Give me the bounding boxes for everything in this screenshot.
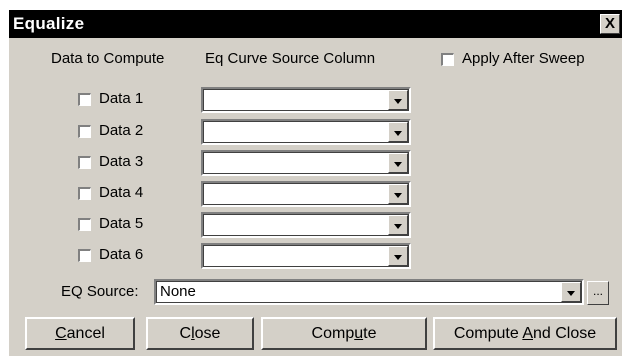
eq-source-dropdown[interactable]: None xyxy=(154,279,584,305)
data-5-source-column-dropdown[interactable] xyxy=(201,212,411,238)
data-4-checkbox[interactable] xyxy=(78,187,91,200)
chevron-down-icon xyxy=(567,291,575,296)
apply-after-sweep-checkbox[interactable] xyxy=(441,53,454,66)
data-2-dropdown-button[interactable] xyxy=(388,122,408,142)
chevron-down-icon xyxy=(394,224,402,229)
data-5-dropdown-button[interactable] xyxy=(388,215,408,235)
eq-source-value: None xyxy=(160,283,196,300)
close-icon: X xyxy=(604,15,615,32)
data-3-source-column-dropdown[interactable] xyxy=(201,150,411,176)
window-title: Equalize xyxy=(13,14,85,33)
close-button[interactable]: Close xyxy=(146,317,254,350)
data-6-dropdown-button[interactable] xyxy=(388,246,408,266)
data-2-checkbox[interactable] xyxy=(78,125,91,138)
data-3-dropdown-button[interactable] xyxy=(388,153,408,173)
eq-curve-source-column-header: Eq Curve Source Column xyxy=(205,50,376,67)
data-2-source-column-dropdown[interactable] xyxy=(201,119,411,145)
data-to-compute-header: Data to Compute xyxy=(51,50,165,67)
chevron-down-icon xyxy=(394,131,402,136)
compute-and-close-button[interactable]: Compute And Close xyxy=(433,317,617,350)
ellipsis-icon: ... xyxy=(592,284,603,298)
close-button-label: Close xyxy=(179,325,221,342)
eq-source-dropdown-button[interactable] xyxy=(561,282,581,302)
cancel-button-label: Cancel xyxy=(55,325,105,342)
chevron-down-icon xyxy=(394,255,402,260)
chevron-down-icon xyxy=(394,193,402,198)
close-window-button[interactable]: X xyxy=(600,14,620,34)
data-6-source-column-dropdown[interactable] xyxy=(201,243,411,269)
eq-source-label: EQ Source: xyxy=(61,283,139,300)
data-3-checkbox[interactable] xyxy=(78,156,91,169)
compute-button[interactable]: Compute xyxy=(261,317,427,350)
eq-source-browse-button[interactable]: ... xyxy=(587,281,609,305)
compute-and-close-button-label: Compute And Close xyxy=(453,325,597,342)
chevron-down-icon xyxy=(394,162,402,167)
data-1-checkbox[interactable] xyxy=(78,93,91,106)
data-1-dropdown-button[interactable] xyxy=(388,90,408,110)
compute-button-label: Compute xyxy=(311,325,377,342)
data-5-label: Data 5 xyxy=(99,215,144,232)
cancel-button[interactable]: Cancel xyxy=(25,317,135,350)
apply-after-sweep-label: Apply After Sweep xyxy=(462,50,585,67)
data-1-label: Data 1 xyxy=(99,90,144,107)
data-2-label: Data 2 xyxy=(99,122,144,139)
chevron-down-icon xyxy=(394,99,402,104)
data-6-label: Data 6 xyxy=(99,246,144,263)
data-5-checkbox[interactable] xyxy=(78,218,91,231)
data-4-label: Data 4 xyxy=(99,184,144,201)
data-4-dropdown-button[interactable] xyxy=(388,184,408,204)
data-4-source-column-dropdown[interactable] xyxy=(201,181,411,207)
data-1-source-column-dropdown[interactable] xyxy=(201,87,411,113)
equalize-dialog: Equalize X Data to Compute Eq Curve Sour… xyxy=(9,10,622,356)
title-bar[interactable]: Equalize X xyxy=(9,10,622,38)
data-6-checkbox[interactable] xyxy=(78,249,91,262)
data-3-label: Data 3 xyxy=(99,153,144,170)
